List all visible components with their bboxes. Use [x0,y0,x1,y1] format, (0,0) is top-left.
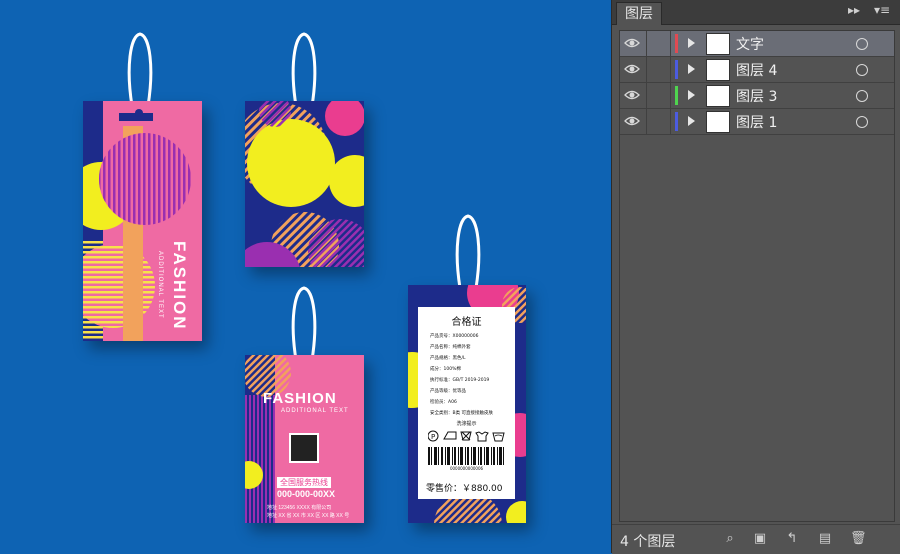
care-symbols: P [428,430,505,442]
certificate-field: 安全类别：B类 可直接接触皮肤 [430,411,494,416]
create-sublayer-icon[interactable]: ↰ [784,532,800,546]
layer-name[interactable]: 文字 [736,34,764,54]
layers-list: 文字图层 4 图层 3 图层 1 [619,30,895,522]
visibility-eye-icon[interactable] [624,115,640,127]
expand-arrow-icon[interactable] [688,90,695,100]
tag3-sub: ADDITIONAL TEXT [281,408,349,414]
collapse-panel-icon[interactable]: ▸▸ [848,3,860,17]
tag3-address-1: 地址 123456 XXXX 有限公司 [267,505,332,511]
care-title: 洗涤提示 [456,421,477,427]
barcode [428,447,504,465]
expand-arrow-icon[interactable] [688,64,695,74]
new-layer-icon[interactable]: ▤ [817,532,833,546]
tag3-hotline-number: 000-000-00XX [277,489,336,499]
tag2-pattern [245,101,364,267]
hang-tag-4[interactable]: 合格证 产品货号：X00000006 产品名称：纯棉外套 产品规格：黑色/L 成分：1… [408,285,526,523]
artboard-canvas[interactable]: FASHION ADDITIONAL TEXT FASHION ADDITION… [0,0,611,553]
tab-layers[interactable]: 图层 [616,2,662,25]
tag1-sub: ADDITIONAL TEXT [157,251,163,319]
layer-name[interactable]: 图层 4 [736,60,777,80]
visibility-eye-icon[interactable] [624,37,640,49]
layer-color-swatch [675,86,678,105]
delete-layer-icon[interactable]: 🗑 [850,532,867,546]
hang-tag-2[interactable] [245,101,364,267]
certificate-field: 产品名称：纯棉外套 [430,345,471,350]
layer-color-swatch [675,112,678,131]
certificate-field: 产品货号：X00000006 [430,334,479,339]
tag3-hotline-label: 全国服务热线 [277,477,331,488]
certificate-field: 检验员：A06 [430,400,457,405]
layer-target-icon[interactable] [856,38,868,50]
layer-name[interactable]: 图层 1 [736,112,777,132]
certificate-fields: 产品货号：X00000006 产品名称：纯棉外套 产品规格：黑色/L 成分：100%棉… [430,331,514,419]
barcode-number: 0000000000006 [449,466,484,471]
layer-row[interactable]: 图层 4 [620,57,894,83]
layer-thumbnail [706,111,730,133]
layer-row[interactable]: 图层 3 [620,83,894,109]
visibility-eye-icon[interactable] [624,89,640,101]
layer-count: 4 个图层 [620,534,676,550]
layer-thumbnail [706,59,730,81]
layer-thumbnail [706,85,730,107]
panel-menu-icon[interactable]: ▾≡ [874,3,890,17]
tag3-brand: FASHION [263,390,337,407]
make-clipping-mask-icon[interactable]: ▣ [752,532,768,546]
certificate-field: 产品等级：优等品 [430,389,466,394]
certificate-card: 合格证 产品货号：X00000006 产品名称：纯棉外套 产品规格：黑色/L 成分：1… [418,307,515,499]
certificate-field: 执行标准：GB/T 2019-2019 [430,378,490,383]
certificate-title: 合格证 [451,317,482,328]
locate-object-icon[interactable]: ⌕ [722,532,738,546]
layer-row[interactable]: 图层 1 [620,109,894,135]
certificate-field: 成分：100%棉 [430,367,461,372]
layers-status-bar: 4 个图层 ⌕ ▣ ↰ ▤ 🗑 [612,524,900,554]
retail-price: 零售价：￥880.00 [426,484,503,494]
layers-panel: 图层 ▸▸ ▾≡ 文字图层 4 图层 3 图层 1 4 个图层 ⌕ ▣ ↰ ▤ 🗑 [611,0,900,554]
hang-tag-3[interactable]: FASHION ADDITIONAL TEXT 全国服务热线 000-000-0… [245,355,364,523]
tag1-brand: FASHION [170,241,189,331]
panel-header: 图层 ▸▸ ▾≡ [612,0,900,25]
layer-target-icon[interactable] [856,64,868,76]
layer-target-icon[interactable] [856,90,868,102]
expand-arrow-icon[interactable] [688,116,695,126]
layer-name[interactable]: 图层 3 [736,86,777,106]
hang-tag-1[interactable]: FASHION ADDITIONAL TEXT [83,101,202,341]
layer-target-icon[interactable] [856,116,868,128]
certificate-field: 产品规格：黑色/L [430,356,466,361]
expand-arrow-icon[interactable] [688,38,695,48]
visibility-eye-icon[interactable] [624,63,640,75]
svg-text:P: P [431,433,435,441]
layer-thumbnail [706,33,730,55]
tag3-address-2: 地址 XX 省 XX 市 XX 区 XX 路 XX 号 [267,513,350,519]
layer-color-swatch [675,34,678,53]
layer-row[interactable]: 文字 [620,31,894,57]
layer-color-swatch [675,60,678,79]
